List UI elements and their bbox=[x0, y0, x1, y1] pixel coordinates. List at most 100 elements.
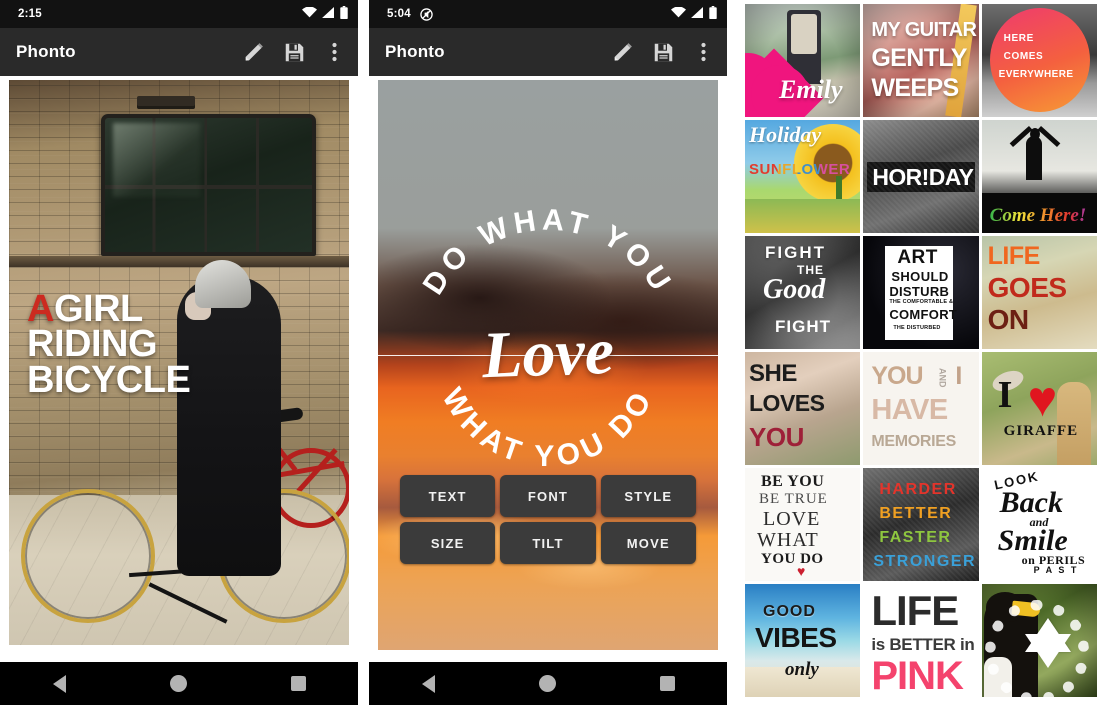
back-icon[interactable] bbox=[411, 666, 447, 702]
app-title: Phonto bbox=[385, 42, 445, 61]
app-bar: Phonto bbox=[369, 28, 727, 76]
gallery-tile-come-here[interactable]: Come Here! bbox=[981, 120, 1097, 233]
gallery-tile-be-you-be-true[interactable]: BE YOU BE TRUE LOVE WHAT YOU DO ♥ bbox=[745, 468, 861, 581]
tile-caption-line-2: GIRAFFE bbox=[1003, 423, 1079, 439]
tile-caption-line-2: LOVES bbox=[749, 390, 825, 416]
editor-canvas-sunset[interactable]: DO WHAT YOU WHAT YOU DO Love TEXT FONT S… bbox=[369, 76, 727, 660]
front-wheel bbox=[21, 489, 155, 623]
tile-caption-line-4: HAVE bbox=[871, 394, 948, 426]
circle-text-top: DO WHAT YOU bbox=[417, 204, 680, 301]
tile-caption-line-2: SHOULD bbox=[891, 269, 949, 284]
text-button[interactable]: TEXT bbox=[400, 475, 496, 517]
tile-caption-line-4: STRONGER bbox=[873, 553, 976, 570]
home-icon[interactable] bbox=[530, 666, 566, 702]
tile-caption-line-3: I bbox=[955, 362, 963, 390]
gallery-tile-life-is-better-in-pink[interactable]: LIFE is BETTER in PINK bbox=[863, 584, 979, 697]
editor-canvas-brick[interactable]: AGIRL RIDING BICYCLE bbox=[0, 76, 358, 660]
status-time: 5:04 bbox=[387, 8, 411, 20]
tile-caption-line-1: ART bbox=[897, 247, 938, 268]
gallery-tile-look-back-and-smile[interactable]: LOOK Back and Smile on PERILS P A S T bbox=[981, 468, 1097, 581]
tile-caption-line-5: COMFORT bbox=[889, 307, 958, 322]
gallery-tile-fight-the-good-fight[interactable]: FIGHT THE Good FIGHT bbox=[745, 236, 861, 349]
save-icon[interactable] bbox=[651, 40, 675, 64]
tile-caption-line-1: HERE bbox=[1003, 33, 1034, 44]
android-nav-bar bbox=[0, 662, 358, 705]
home-icon[interactable] bbox=[161, 666, 197, 702]
tile-caption-line-4: Smile bbox=[997, 524, 1068, 557]
overlay-line-3: BICYCLE bbox=[27, 358, 191, 401]
font-button[interactable]: FONT bbox=[500, 475, 596, 517]
red-heart-icon: ♥ bbox=[1027, 371, 1058, 427]
back-icon[interactable] bbox=[42, 666, 78, 702]
phone-panel-editor-brick: 2:15 Phonto AGIRL RIDING BICYCLE bbox=[0, 0, 358, 705]
tile-caption-line-2: BETTER bbox=[879, 505, 953, 522]
tile-caption-line-2: VIBES bbox=[755, 622, 837, 653]
gallery-tile-horiday[interactable]: HOR!DAY bbox=[863, 120, 979, 233]
gallery-tile-eagle-star-badge[interactable] bbox=[981, 584, 1097, 697]
text-overlay-a-girl-riding-bicycle[interactable]: AGIRL RIDING BICYCLE bbox=[27, 290, 247, 401]
signal-icon bbox=[691, 7, 704, 21]
tile-caption-line-3: PINK bbox=[871, 654, 964, 697]
status-bar: 2:15 bbox=[0, 0, 358, 28]
recents-icon[interactable] bbox=[649, 666, 685, 702]
tile-caption-line-5: MEMORIES bbox=[871, 433, 957, 450]
tile-caption-line-3: DISTURB bbox=[889, 284, 950, 299]
save-icon[interactable] bbox=[282, 40, 306, 64]
window-header-block bbox=[137, 96, 195, 109]
mute-icon bbox=[420, 7, 433, 21]
gallery-tile-here-comes-everywhere[interactable]: HERE COMES EVERYWHERE bbox=[981, 4, 1097, 117]
pencil-icon[interactable] bbox=[611, 40, 635, 64]
app-bar-actions bbox=[611, 40, 715, 64]
battery-icon bbox=[709, 6, 717, 22]
gallery-tile-i-love-giraffe[interactable]: I ♥ GIRAFFE bbox=[981, 352, 1097, 465]
red-heart-icon: ♥ bbox=[797, 563, 806, 579]
circle-text-bottom: WHAT YOU DO bbox=[435, 383, 660, 474]
move-button[interactable]: MOVE bbox=[600, 522, 696, 564]
tile-caption-line-1: FIGHT bbox=[765, 243, 826, 262]
tile-caption-line-2: GENTLY bbox=[871, 44, 967, 72]
app-title: Phonto bbox=[16, 42, 76, 61]
gallery-tile-guitar[interactable]: MY GUITAR GENTLY WEEPS bbox=[863, 4, 979, 117]
photo-brick-wall-cyclist[interactable]: AGIRL RIDING BICYCLE bbox=[9, 80, 349, 645]
tile-caption-line-1: GOOD bbox=[763, 603, 816, 620]
pencil-icon[interactable] bbox=[242, 40, 266, 64]
gallery-tile-sunflower[interactable]: Holiday SUNFLOWER bbox=[745, 120, 861, 233]
overflow-menu-icon[interactable] bbox=[322, 40, 346, 64]
gallery-tile-art-should-disturb[interactable]: ART SHOULD DISTURB THE COMFORTABLE & COM… bbox=[863, 236, 979, 349]
gallery-tile-she-loves-you[interactable]: SHE LOVES YOU bbox=[745, 352, 861, 465]
tile-caption-line-3: EVERYWHERE bbox=[998, 69, 1074, 80]
recents-icon[interactable] bbox=[280, 666, 316, 702]
style-button[interactable]: STYLE bbox=[600, 475, 696, 517]
tile-caption-line-1: SHE bbox=[749, 360, 797, 387]
tile-caption-line-1: LIFE bbox=[987, 242, 1041, 270]
sample-gallery-grid: Emily MY GUITAR GENTLY WEEPS HERE COMES … bbox=[745, 4, 1097, 704]
app-bar: Phonto bbox=[0, 28, 358, 76]
tile-caption-line-2: GOES bbox=[987, 272, 1067, 303]
size-button[interactable]: SIZE bbox=[400, 522, 496, 564]
screenshot-root: 2:15 Phonto AGIRL RIDING BICYCLE 5:04 Ph… bbox=[0, 0, 1100, 705]
gallery-tile-good-vibes-only[interactable]: GOOD VIBES only bbox=[745, 584, 861, 697]
gallery-tile-life-goes-on[interactable]: LIFE GOES ON bbox=[981, 236, 1097, 349]
tile-caption-line-3: Good bbox=[763, 274, 826, 305]
gallery-tile-you-and-i-have-memories[interactable]: YOU AND I HAVE MEMORIES bbox=[863, 352, 979, 465]
status-icons bbox=[302, 6, 348, 22]
tile-caption-line-2: AND bbox=[937, 368, 948, 388]
overlay-line-2: RIDING bbox=[27, 323, 158, 366]
tile-caption-line-6: P A S T bbox=[1033, 565, 1079, 575]
tile-caption-line-2: Back bbox=[999, 486, 1063, 519]
factory-window bbox=[101, 114, 316, 256]
tile-caption-line-2: is BETTER in bbox=[871, 635, 975, 654]
signal-icon bbox=[322, 7, 335, 21]
tilt-button[interactable]: TILT bbox=[500, 522, 596, 564]
android-nav-bar bbox=[369, 662, 727, 705]
tile-caption-line-3: WEEPS bbox=[871, 74, 959, 102]
tile-caption-line-4: FIGHT bbox=[775, 317, 831, 336]
overflow-menu-icon[interactable] bbox=[691, 40, 715, 64]
tile-caption-line-6: THE DISTURBED bbox=[893, 325, 941, 331]
gallery-tile-harder-better-faster-stronger[interactable]: HARDER BETTER FASTER STRONGER bbox=[863, 468, 979, 581]
wall-ledge bbox=[9, 256, 349, 267]
photo-sunset-sky[interactable]: DO WHAT YOU WHAT YOU DO Love TEXT FONT S… bbox=[378, 80, 718, 650]
gallery-tile-emily[interactable]: Emily bbox=[745, 4, 861, 117]
tile-caption-line-3: ON bbox=[987, 304, 1030, 335]
circle-text-center-script[interactable]: Love bbox=[481, 314, 615, 395]
